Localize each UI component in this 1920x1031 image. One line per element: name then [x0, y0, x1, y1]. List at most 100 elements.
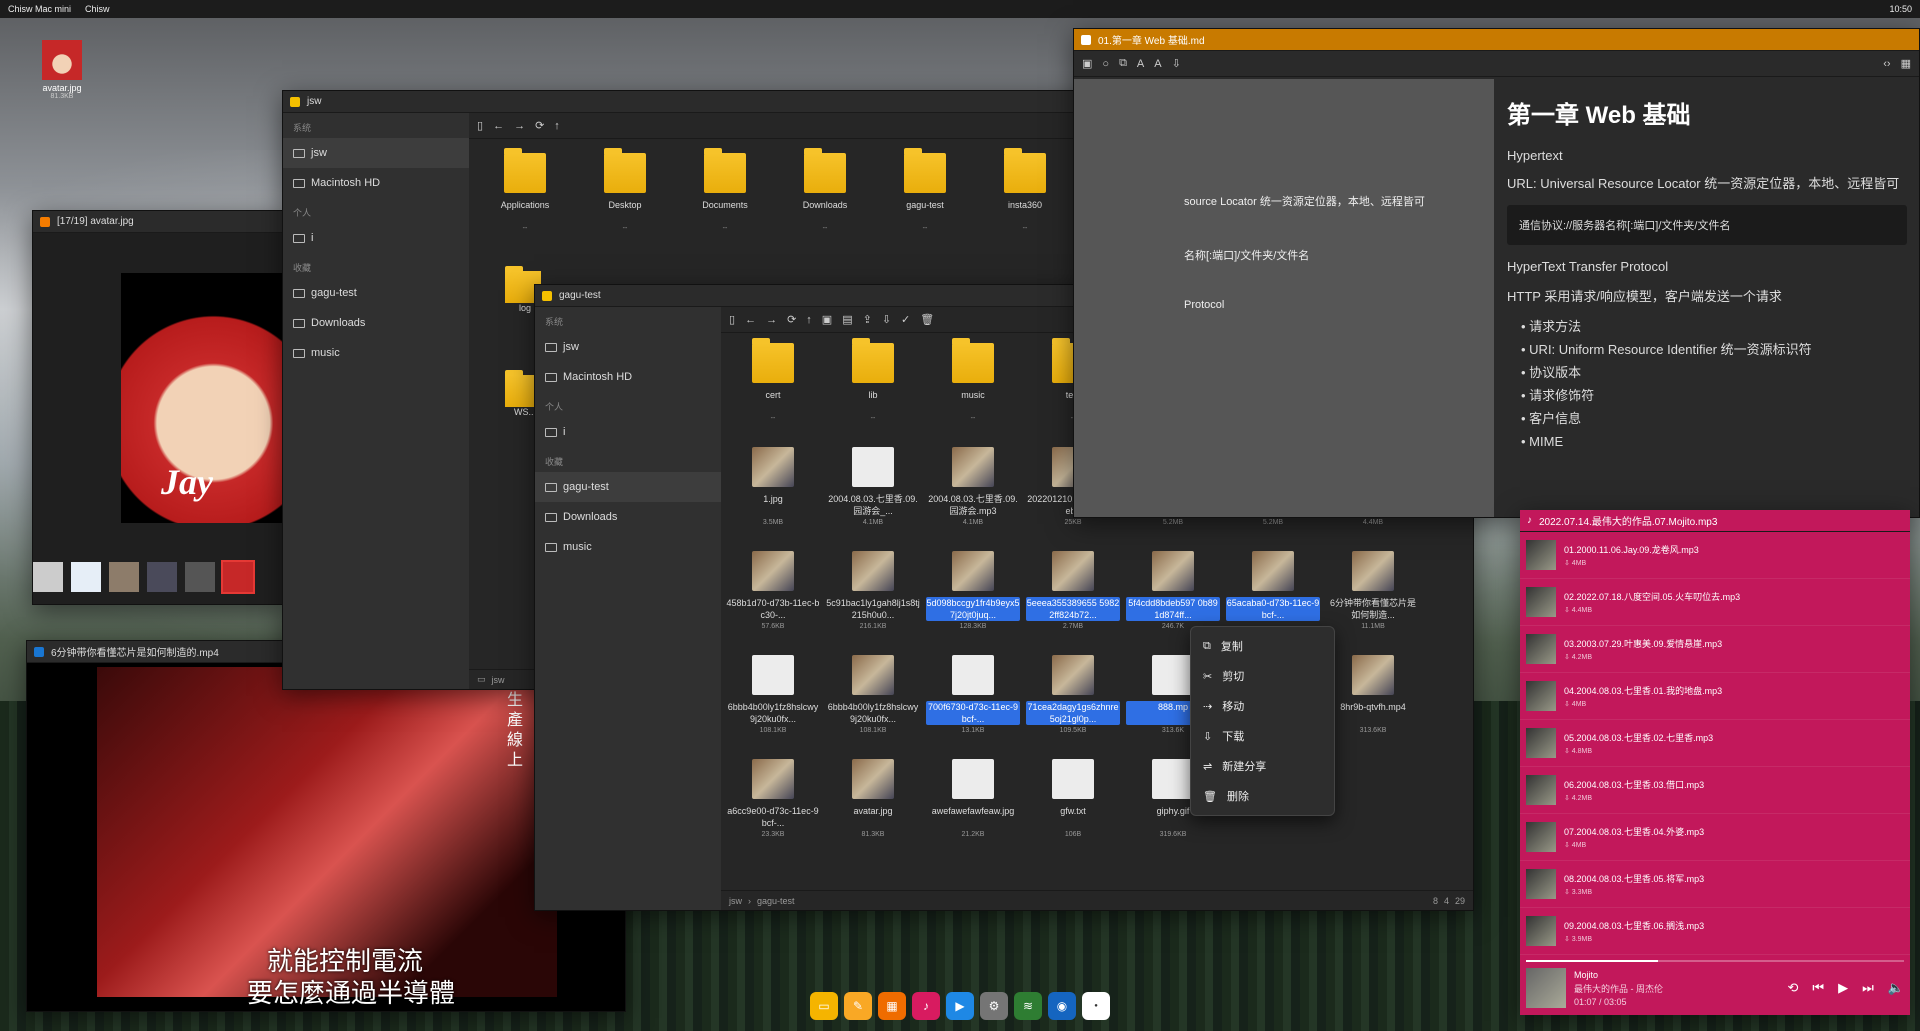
dock-settings-icon[interactable]: ⚙ — [980, 992, 1008, 1020]
code-icon[interactable]: ‹› — [1883, 58, 1890, 70]
previous-icon[interactable]: ⏮ — [1812, 980, 1824, 996]
forward-icon[interactable]: → — [766, 314, 777, 326]
play-icon[interactable]: ▶ — [1838, 980, 1848, 996]
back-icon[interactable]: ← — [493, 120, 504, 132]
dock-location-icon[interactable]: ◉ — [1048, 992, 1076, 1020]
file-item[interactable]: 6bbb4b00ly1fz8hslcwy9j20ku0fx... 108.1KB — [823, 649, 923, 753]
sidebar-item-i[interactable]: i — [283, 223, 469, 253]
menu-item-share[interactable]: ⇌ 新建分享 — [1191, 751, 1334, 781]
track-item[interactable]: 01.2000.11.06.Jay.09.龙卷风.mp3 ⇩ 4MB — [1520, 532, 1910, 579]
app-menu[interactable]: Chisw Mac mini — [8, 4, 71, 14]
user-menu[interactable]: Chisw — [85, 4, 110, 14]
track-item[interactable]: 02.2022.07.18.八度空间.05.火车叨位去.mp3 ⇩ 4.4MB — [1520, 579, 1910, 626]
select-icon[interactable]: ✓ — [901, 313, 910, 326]
up-icon[interactable]: ↑ — [806, 314, 812, 326]
file-item[interactable]: Applications -- — [475, 147, 575, 251]
file-item[interactable]: lib -- — [823, 337, 923, 441]
sidebar-item-jsw[interactable]: jsw — [283, 138, 469, 168]
file-item[interactable]: 6bbb4b00ly1fz8hslcwy9j20ku0fx... 108.1KB — [723, 649, 823, 753]
progress-bar[interactable] — [1526, 960, 1904, 962]
sidebar-item-gagu-test[interactable]: gagu-test — [283, 278, 469, 308]
up-icon[interactable]: ↑ — [554, 120, 560, 132]
file-item[interactable]: 700f6730-d73c-11ec-9bcf-... 13.1KB — [923, 649, 1023, 753]
menu-item-cut[interactable]: ✂ 剪切 — [1191, 661, 1334, 691]
back-icon[interactable]: ← — [745, 314, 756, 326]
dock-photos-icon[interactable]: ▦ — [878, 992, 906, 1020]
file-item[interactable]: 6分钟带你看懂芯片是如何制造... 11.1MB — [1323, 545, 1423, 649]
refresh-icon[interactable]: ⟳ — [787, 313, 796, 326]
sidebar-item-downloads[interactable]: Downloads — [535, 502, 721, 532]
forward-icon[interactable]: → — [514, 120, 525, 132]
file-item[interactable]: insta360 -- — [975, 147, 1075, 251]
track-item[interactable]: 03.2003.07.29.叶惠美.09.爱情悬崖.mp3 ⇩ 4.2MB — [1520, 626, 1910, 673]
track-item[interactable]: 05.2004.08.03.七里香.02.七里香.mp3 ⇩ 4.8MB — [1520, 720, 1910, 767]
file-item[interactable]: Downloads -- — [775, 147, 875, 251]
delete-icon[interactable]: 🗑 — [920, 313, 934, 326]
dock-network-icon[interactable]: ≋ — [1014, 992, 1042, 1020]
dock-files-icon[interactable]: ▭ — [810, 992, 838, 1020]
file-item[interactable]: 2004.08.03.七里香.09.园游会_... 4.1MB — [823, 441, 923, 545]
file-item[interactable]: a6cc9e00-d73c-11ec-9bcf-... 23.3KB — [723, 753, 823, 857]
thumbnail-strip[interactable] — [33, 560, 255, 594]
file-item[interactable]: Documents -- — [675, 147, 775, 251]
sidebar-item-jsw[interactable]: jsw — [535, 332, 721, 362]
file-item[interactable]: 8hr9b-qtvfh.mp4 313.6KB — [1323, 649, 1423, 753]
sidebar-item-macintosh-hd[interactable]: Macintosh HD — [535, 362, 721, 392]
dock-app-icon[interactable]: ● — [1082, 992, 1110, 1020]
new-folder-icon[interactable]: ▣ — [822, 313, 832, 326]
path-current[interactable]: gagu-test — [757, 896, 795, 906]
volume-icon[interactable]: 🔈 — [1888, 980, 1904, 996]
menu-item-delete[interactable]: 🗑 删除 — [1191, 781, 1334, 811]
sidebar-item-music[interactable]: music — [283, 338, 469, 368]
desktop-icon-avatar[interactable]: avatar.jpg 81.3KB — [32, 40, 92, 100]
font-larger-icon[interactable]: A — [1137, 58, 1144, 70]
new-file-icon[interactable]: ▤ — [842, 313, 852, 326]
sidebar-item-music[interactable]: music — [535, 532, 721, 562]
file-item[interactable]: 2004.08.03.七里香.09.园游会.mp3 4.1MB — [923, 441, 1023, 545]
file-item[interactable]: 5eeea355389655 59822ff824b72... 2.7MB — [1023, 545, 1123, 649]
circle-icon[interactable]: ○ — [1102, 58, 1109, 70]
file-item[interactable]: cert -- — [723, 337, 823, 441]
file-item[interactable]: music -- — [923, 337, 1023, 441]
file-item[interactable]: 458b1d70-d73b-11ec-bc30-... 57.6KB — [723, 545, 823, 649]
file-item[interactable]: 71cea2dagy1gs6zhnre5oj21gl0p... 109.5KB — [1023, 649, 1123, 753]
file-item[interactable]: avatar.jpg 81.3KB — [823, 753, 923, 857]
sidebar-toggle-icon[interactable]: ▯ — [477, 119, 483, 132]
sidebar-item-downloads[interactable]: Downloads — [283, 308, 469, 338]
file-item[interactable]: gfw.txt 106B — [1023, 753, 1123, 857]
save-icon[interactable]: ▣ — [1082, 57, 1092, 70]
font-smaller-icon[interactable]: A — [1154, 58, 1161, 70]
dock-music-icon[interactable]: ♪ — [912, 992, 940, 1020]
preview-icon[interactable]: ▦ — [1901, 57, 1911, 70]
next-icon[interactable]: ⏭ — [1862, 980, 1874, 996]
menu-item-move[interactable]: ⇢ 移动 — [1191, 691, 1334, 721]
menu-item-download[interactable]: ⇩ 下载 — [1191, 721, 1334, 751]
track-item[interactable]: 09.2004.08.03.七里香.06.搁浅.mp3 ⇩ 3.9MB — [1520, 908, 1910, 955]
file-item[interactable]: gagu-test -- — [875, 147, 975, 251]
track-item[interactable]: 04.2004.08.03.七里香.01.我的地盘.mp3 ⇩ 4MB — [1520, 673, 1910, 720]
download-icon[interactable]: ⇩ — [1172, 57, 1181, 70]
upload-icon[interactable]: ⇪ — [863, 313, 872, 326]
refresh-icon[interactable]: ⟳ — [535, 119, 544, 132]
file-item[interactable]: 5c91bac1ly1gah8lj1s8tj215h0u0... 216.1KB — [823, 545, 923, 649]
repeat-icon[interactable]: ⟲ — [1788, 980, 1799, 996]
sidebar-item-macintosh-hd[interactable]: Macintosh HD — [283, 168, 469, 198]
track-item[interactable]: 06.2004.08.03.七里香.03.借口.mp3 ⇩ 4.2MB — [1520, 767, 1910, 814]
copy-icon[interactable]: ⧉ — [1119, 57, 1127, 70]
share-icon: ⇌ — [1203, 760, 1213, 773]
file-item[interactable]: 1.jpg 3.5MB — [723, 441, 823, 545]
editor-source-pane[interactable]: source Locator 统一资源定位器，本地、远程皆可 名称[:端口]/文… — [1074, 79, 1494, 517]
dock-editor-icon[interactable]: ✎ — [844, 992, 872, 1020]
file-item[interactable]: 5d098bccgy1fr4b9eyx57j20jt0juq... 128.3KB — [923, 545, 1023, 649]
track-item[interactable]: 08.2004.08.03.七里香.05.将军.mp3 ⇩ 3.3MB — [1520, 861, 1910, 908]
path-root[interactable]: jsw — [729, 896, 742, 906]
track-item[interactable]: 07.2004.08.03.七里香.04.外婆.mp3 ⇩ 4MB — [1520, 814, 1910, 861]
file-item[interactable]: awefawefawfeaw.jpg 21.2KB — [923, 753, 1023, 857]
dock-video-icon[interactable]: ▶ — [946, 992, 974, 1020]
sidebar-toggle-icon[interactable]: ▯ — [729, 313, 735, 326]
sidebar-item-gagu-test[interactable]: gagu-test — [535, 472, 721, 502]
sidebar-item-i[interactable]: i — [535, 417, 721, 447]
menu-item-copy[interactable]: ⧉ 复制 — [1191, 631, 1334, 661]
download-icon[interactable]: ⇩ — [882, 313, 891, 326]
file-item[interactable]: Desktop -- — [575, 147, 675, 251]
